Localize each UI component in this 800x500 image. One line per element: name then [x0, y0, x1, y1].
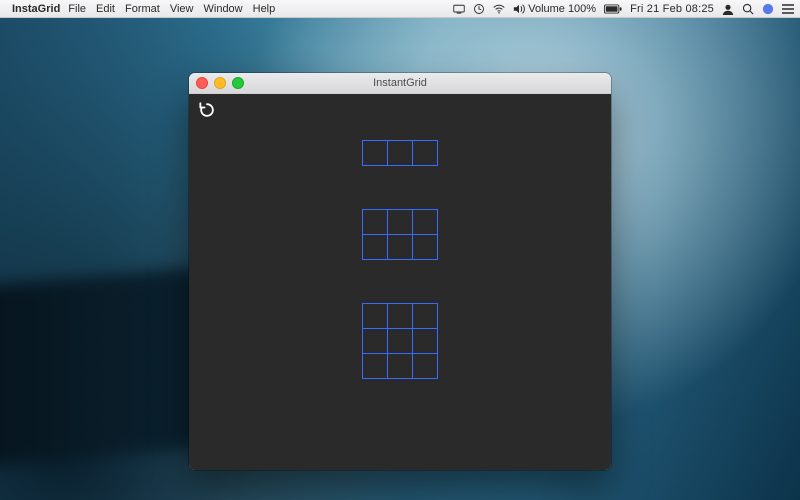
grid-cell: [362, 328, 388, 354]
window-traffic-lights: [196, 77, 244, 89]
grid-cell: [387, 140, 413, 166]
macos-menubar: InstaGrid File Edit Format View Window H…: [0, 0, 800, 18]
user-icon[interactable]: [722, 3, 734, 15]
time-machine-icon[interactable]: [473, 3, 485, 15]
screen-mirroring-icon[interactable]: [453, 3, 465, 15]
window-close-button[interactable]: [196, 77, 208, 89]
battery-icon[interactable]: [604, 3, 622, 15]
grid-cell: [387, 209, 413, 235]
wifi-icon[interactable]: [493, 3, 505, 15]
grid-cell: [387, 303, 413, 329]
volume-label: Volume: [528, 3, 565, 15]
menu-help[interactable]: Help: [253, 3, 276, 15]
window-content: [189, 94, 611, 470]
grid-option-3x1[interactable]: [363, 140, 438, 165]
menu-window[interactable]: Window: [204, 3, 243, 15]
grid-cell: [387, 353, 413, 379]
grid-cell: [387, 234, 413, 260]
window-zoom-button[interactable]: [232, 77, 244, 89]
grid-cell: [412, 140, 438, 166]
grid-cell: [412, 209, 438, 235]
grid-cell: [362, 303, 388, 329]
volume-status[interactable]: Volume 100%: [513, 3, 596, 15]
menubar-clock[interactable]: Fri 21 Feb 08:25: [630, 3, 714, 15]
notification-center-icon[interactable]: [782, 3, 794, 15]
control-center-icon[interactable]: [762, 3, 774, 15]
app-name[interactable]: InstaGrid: [12, 3, 60, 15]
grid-cell: [412, 303, 438, 329]
app-menus: File Edit Format View Window Help: [68, 3, 275, 15]
grid-option-3x2[interactable]: [363, 209, 438, 259]
grid-option-3x3[interactable]: [363, 303, 438, 378]
app-window: InstantGrid: [189, 73, 611, 470]
grid-cell: [387, 328, 413, 354]
menu-file[interactable]: File: [68, 3, 86, 15]
grid-cell: [412, 353, 438, 379]
window-minimize-button[interactable]: [214, 77, 226, 89]
volume-percent: 100%: [568, 3, 596, 15]
grid-cell: [362, 209, 388, 235]
grid-cell: [412, 234, 438, 260]
menu-edit[interactable]: Edit: [96, 3, 115, 15]
window-title: InstantGrid: [373, 77, 427, 89]
window-titlebar[interactable]: InstantGrid: [189, 73, 611, 94]
menu-format[interactable]: Format: [125, 3, 160, 15]
grid-size-chooser: [189, 140, 611, 470]
spotlight-icon[interactable]: [742, 3, 754, 15]
grid-cell: [362, 353, 388, 379]
grid-cell: [412, 328, 438, 354]
menu-view[interactable]: View: [170, 3, 194, 15]
desktop-background: InstaGrid File Edit Format View Window H…: [0, 0, 800, 500]
reset-button[interactable]: [197, 100, 217, 120]
grid-cell: [362, 234, 388, 260]
grid-cell: [362, 140, 388, 166]
menubar-status-area: Volume 100% Fri 21 Feb 08:25: [453, 3, 794, 15]
